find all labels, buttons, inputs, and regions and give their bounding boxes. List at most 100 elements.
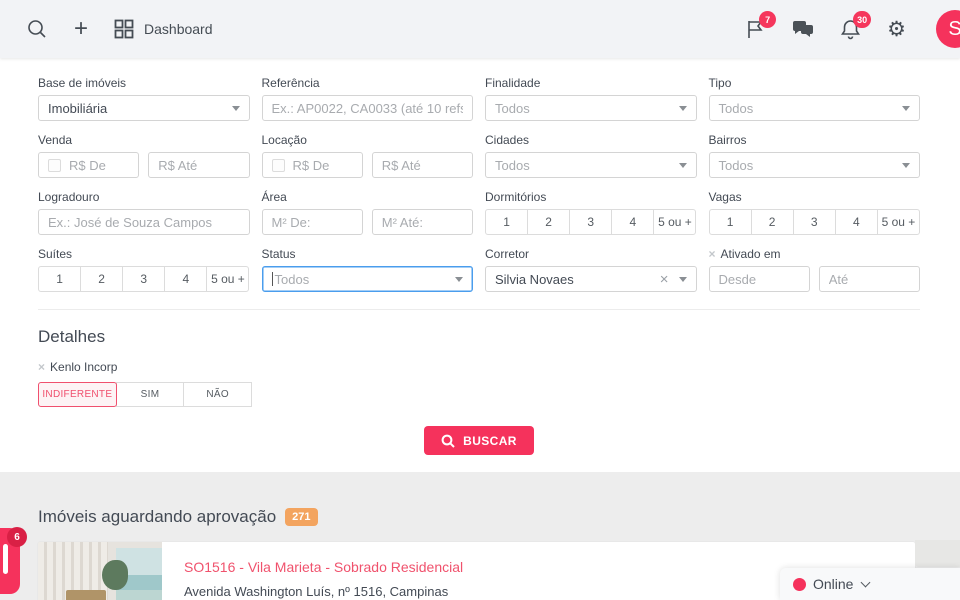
clear-icon[interactable]: ×	[38, 360, 45, 374]
online-status-widget[interactable]: Online	[780, 568, 960, 600]
option-indiferente[interactable]: INDIFERENTE	[38, 382, 117, 407]
clear-icon[interactable]: ×	[709, 247, 716, 261]
locacao-ate-input[interactable]	[371, 152, 473, 178]
ativado-label-row: × Ativado em	[709, 247, 921, 261]
flag-icon[interactable]: 7	[745, 11, 777, 40]
gear-icon[interactable]: ⚙	[887, 17, 906, 42]
bell-icon[interactable]: 30	[840, 11, 872, 40]
notification-badge: 30	[853, 11, 872, 28]
cidades-select[interactable]: Todos	[485, 152, 697, 178]
vagas-option-3[interactable]: 3	[792, 209, 836, 235]
pending-count-badge: 271	[285, 508, 318, 526]
kenlo-incorp-segment: INDIFERENTE SIM NÃO	[38, 382, 253, 407]
field-status: Status Todos	[261, 247, 473, 292]
bairros-select[interactable]: Todos	[708, 152, 920, 178]
chevron-down-icon	[678, 162, 687, 168]
text-cursor	[271, 272, 273, 286]
cidades-value: Todos	[495, 157, 530, 173]
vagas-option-5plus[interactable]: 5 ou +	[876, 209, 920, 235]
area-ate-input[interactable]	[371, 209, 473, 235]
option-nao[interactable]: NÃO	[183, 382, 253, 407]
page-title: Dashboard	[144, 21, 213, 37]
chevron-down-icon	[678, 276, 687, 282]
vagas-option-4[interactable]: 4	[834, 209, 878, 235]
dormitorios-option-1[interactable]: 1	[485, 209, 529, 235]
online-status-dot	[793, 577, 806, 591]
locacao-checkbox[interactable]	[271, 158, 285, 172]
suites-option-2[interactable]: 2	[80, 266, 124, 292]
buscar-label: BUSCAR	[463, 433, 517, 448]
photo-shape	[66, 590, 106, 600]
minimized-panel-tab[interactable]	[915, 540, 960, 567]
detalhes-title: Detalhes	[38, 327, 106, 346]
chevron-down-icon	[455, 276, 463, 282]
filter-form: Base de imóveis Imobiliária Referência F…	[0, 58, 960, 472]
clear-icon[interactable]: ×	[660, 272, 669, 287]
dormitorios-label: Dormitórios	[485, 190, 547, 204]
venda-checkbox[interactable]	[48, 158, 61, 172]
field-dormitorios: Dormitórios 1 2 3 4 5 ou +	[485, 190, 697, 235]
field-vagas: Vagas 1 2 3 4 5 ou +	[708, 190, 921, 235]
base-select[interactable]: Imobiliária	[38, 95, 250, 121]
field-referencia: Referência	[261, 76, 473, 121]
section-divider	[38, 309, 920, 310]
dormitorios-option-5plus[interactable]: 5 ou +	[653, 209, 697, 235]
chevron-down-icon	[678, 105, 687, 111]
corretor-value: Silvia Novaes	[495, 271, 574, 287]
vagas-option-1[interactable]: 1	[708, 209, 752, 235]
bairros-label: Bairros	[708, 133, 747, 147]
referencia-input[interactable]	[261, 95, 473, 121]
top-bar: + Dashboard 7 30 ⚙ S	[0, 0, 960, 58]
area-de-input[interactable]	[261, 209, 363, 235]
dormitorios-option-3[interactable]: 3	[569, 209, 613, 235]
tipo-label: Tipo	[708, 76, 732, 90]
ativado-desde-input[interactable]	[708, 266, 810, 292]
suites-option-3[interactable]: 3	[122, 266, 166, 292]
dormitorios-option-2[interactable]: 2	[527, 209, 571, 235]
ativado-ate-input[interactable]	[818, 266, 920, 292]
property-address: Avenida Washington Luís, nº 1516, Campin…	[184, 584, 449, 599]
logradouro-label: Logradouro	[38, 190, 100, 204]
suites-option-1[interactable]: 1	[38, 266, 82, 292]
dormitorios-option-4[interactable]: 4	[611, 209, 655, 235]
finalidade-label: Finalidade	[485, 76, 541, 90]
photo-shape	[102, 560, 128, 590]
corretor-select[interactable]: Silvia Novaes ×	[485, 266, 697, 292]
venda-ate-input[interactable]	[148, 152, 250, 178]
base-value: Imobiliária	[48, 100, 108, 116]
chevron-down-icon	[861, 577, 871, 588]
finalidade-value: Todos	[495, 100, 530, 116]
field-area: Área	[261, 190, 473, 235]
field-locacao: Locação	[261, 133, 473, 178]
floating-badge: 6	[7, 527, 27, 547]
chevron-down-icon	[231, 105, 240, 111]
search-icon[interactable]	[26, 18, 48, 40]
status-select[interactable]: Todos	[261, 266, 473, 292]
chat-icon[interactable]	[792, 19, 814, 39]
buscar-button[interactable]: BUSCAR	[424, 426, 534, 455]
referencia-label: Referência	[261, 76, 320, 90]
locacao-de-wrapper	[261, 152, 363, 178]
suites-option-5plus[interactable]: 5 ou +	[206, 266, 250, 292]
suites-option-4[interactable]: 4	[164, 266, 208, 292]
locacao-de-input[interactable]	[292, 154, 353, 176]
kenlo-incorp-row: × Kenlo Incorp	[38, 360, 920, 374]
vagas-option-2[interactable]: 2	[750, 209, 794, 235]
dashboard-grid-icon[interactable]	[114, 19, 134, 39]
status-value: Todos	[274, 271, 310, 287]
search-icon	[441, 434, 455, 448]
add-icon[interactable]: +	[74, 17, 88, 41]
logradouro-input[interactable]	[38, 209, 250, 235]
finalidade-select[interactable]: Todos	[485, 95, 697, 121]
status-label: Status	[261, 247, 296, 261]
tipo-select[interactable]: Todos	[708, 95, 920, 121]
bairros-value: Todos	[718, 157, 754, 173]
avatar[interactable]: S	[936, 10, 960, 48]
base-label: Base de imóveis	[38, 76, 127, 90]
suites-label: Suítes	[38, 247, 73, 261]
property-title-link[interactable]: SO1516 - Vila Marieta - Sobrado Residenc…	[184, 559, 463, 575]
option-sim[interactable]: SIM	[115, 382, 185, 407]
ativado-label: Ativado em	[720, 247, 781, 261]
vagas-label: Vagas	[708, 190, 742, 204]
venda-de-input[interactable]	[69, 154, 130, 176]
